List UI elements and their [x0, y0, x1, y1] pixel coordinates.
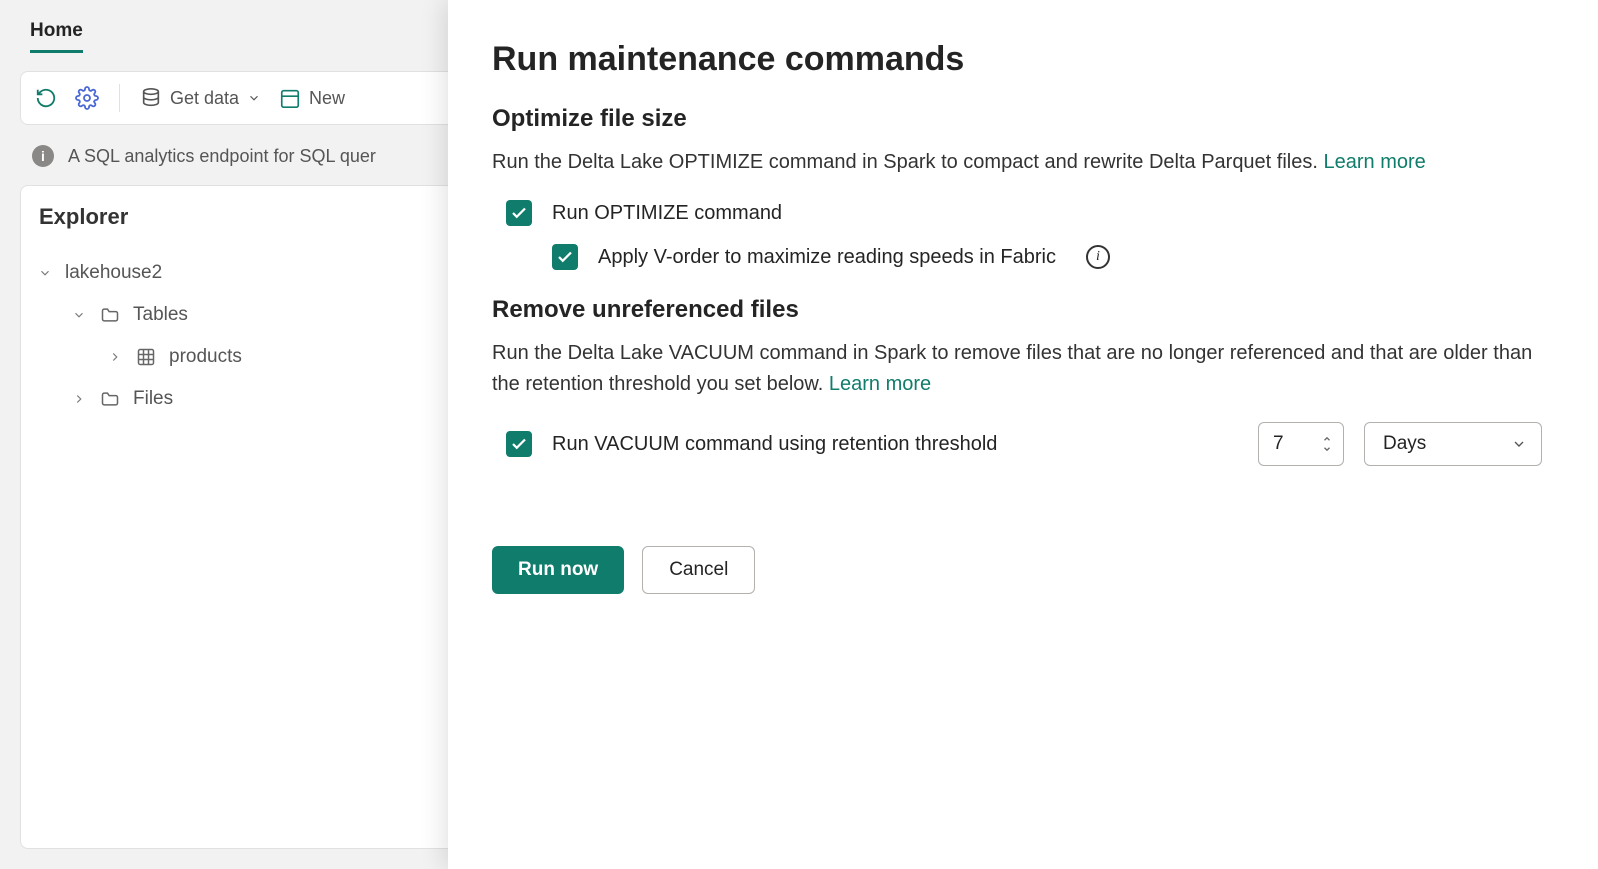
- tab-home[interactable]: Home: [30, 20, 83, 53]
- chevron-up-icon: [1321, 434, 1333, 444]
- get-data-label: Get data: [170, 88, 239, 109]
- retention-unit-select[interactable]: Days: [1364, 422, 1542, 466]
- tab-home-label: Home: [30, 20, 83, 41]
- run-now-label: Run now: [518, 559, 598, 581]
- checkbox-checked-icon[interactable]: [552, 244, 578, 270]
- folder-icon: [99, 305, 121, 325]
- chevron-down-icon: [71, 308, 87, 322]
- retention-unit-label: Days: [1383, 433, 1426, 455]
- panel-footer: Run now Cancel: [492, 546, 1542, 594]
- refresh-icon: [35, 87, 57, 109]
- refresh-button[interactable]: [35, 87, 57, 109]
- run-now-button[interactable]: Run now: [492, 546, 624, 594]
- panel-title: Run maintenance commands: [492, 40, 1542, 79]
- info-icon[interactable]: i: [1086, 245, 1110, 269]
- apply-vorder-label: Apply V-order to maximize reading speeds…: [598, 246, 1056, 269]
- table-icon: [135, 347, 157, 367]
- info-icon: i: [32, 145, 54, 167]
- chevron-down-icon: [1511, 436, 1527, 452]
- new-button[interactable]: New: [279, 87, 345, 109]
- cancel-button[interactable]: Cancel: [642, 546, 755, 594]
- chevron-right-icon: [107, 350, 123, 364]
- tree-files-label: Files: [133, 388, 173, 410]
- info-bar-text: A SQL analytics endpoint for SQL quer: [68, 146, 376, 167]
- get-data-button[interactable]: Get data: [140, 87, 261, 109]
- folder-icon: [99, 389, 121, 409]
- settings-button[interactable]: [75, 86, 99, 110]
- apply-vorder-checkbox-row[interactable]: Apply V-order to maximize reading speeds…: [492, 244, 1542, 270]
- new-label: New: [309, 88, 345, 109]
- chevron-right-icon: [71, 392, 87, 406]
- gear-icon: [75, 86, 99, 110]
- calendar-icon: [279, 87, 301, 109]
- chevron-down-icon: [247, 91, 261, 105]
- explorer-title: Explorer: [39, 204, 128, 230]
- vacuum-desc-text: Run the Delta Lake VACUUM command in Spa…: [492, 342, 1532, 395]
- retention-value: 7: [1273, 433, 1284, 455]
- vacuum-learn-more-link[interactable]: Learn more: [829, 373, 931, 395]
- retention-value-stepper[interactable]: 7: [1258, 422, 1344, 466]
- stepper-arrows[interactable]: [1321, 434, 1343, 454]
- maintenance-panel: Run maintenance commands Optimize file s…: [448, 0, 1598, 869]
- cancel-label: Cancel: [669, 559, 728, 581]
- optimize-heading: Optimize file size: [492, 105, 1542, 133]
- checkbox-checked-icon[interactable]: [506, 431, 532, 457]
- run-optimize-label: Run OPTIMIZE command: [552, 202, 782, 225]
- toolbar-separator: [119, 84, 120, 112]
- checkbox-checked-icon[interactable]: [506, 200, 532, 226]
- optimize-desc-text: Run the Delta Lake OPTIMIZE command in S…: [492, 151, 1323, 173]
- run-optimize-checkbox-row[interactable]: Run OPTIMIZE command: [492, 200, 1542, 226]
- database-icon: [140, 87, 162, 109]
- tree-item-label: products: [169, 346, 242, 368]
- vacuum-description: Run the Delta Lake VACUUM command in Spa…: [492, 338, 1542, 400]
- optimize-description: Run the Delta Lake OPTIMIZE command in S…: [492, 147, 1542, 178]
- vacuum-heading: Remove unreferenced files: [492, 296, 1542, 324]
- run-vacuum-label: Run VACUUM command using retention thres…: [552, 433, 997, 456]
- chevron-down-icon: [37, 266, 53, 280]
- tree-tables-label: Tables: [133, 304, 188, 326]
- chevron-down-icon: [1321, 444, 1333, 454]
- optimize-learn-more-link[interactable]: Learn more: [1323, 151, 1425, 173]
- tree-root-label: lakehouse2: [65, 262, 162, 284]
